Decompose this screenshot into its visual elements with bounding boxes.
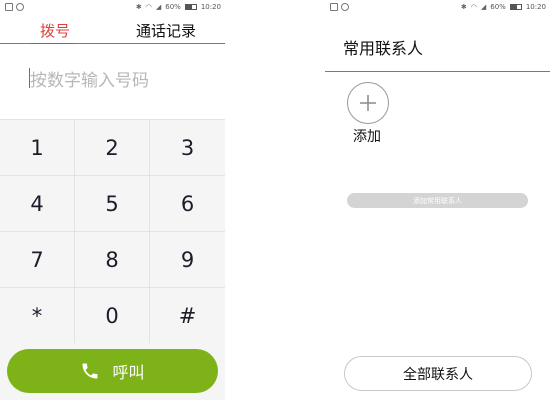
status-bar: ✱ ◠ ◢ 60% 10:20 (0, 0, 225, 16)
bluetooth-icon: ✱ (135, 3, 142, 11)
signal-icon: ◢ (155, 3, 162, 11)
key-6[interactable]: 6 (150, 176, 225, 232)
key-1[interactable]: 1 (0, 120, 75, 176)
screenshot-icon (330, 3, 338, 11)
status-time: 10:20 (525, 3, 546, 11)
key-4[interactable]: 4 (0, 176, 75, 232)
key-2[interactable]: 2 (75, 120, 150, 176)
call-button[interactable]: 呼叫 (7, 349, 218, 393)
signal-icon: ◢ (480, 3, 487, 11)
battery-percent: 60% (165, 3, 181, 11)
tab-call-log[interactable]: 通话记录 (136, 20, 196, 41)
alarm-icon (341, 3, 349, 11)
screenshot-icon (5, 3, 13, 11)
key-3[interactable]: 3 (150, 120, 225, 176)
wifi-icon: ◠ (470, 3, 477, 11)
phone-icon (82, 363, 98, 379)
key-7[interactable]: 7 (0, 232, 75, 288)
favorites-screen: ✱ ◠ ◢ 60% 10:20 常用联系人 添加 添加常用联系人 全部联系人 (325, 0, 550, 400)
active-tab-indicator (30, 39, 75, 44)
status-bar: ✱ ◠ ◢ 60% 10:20 (325, 0, 550, 16)
battery-icon (184, 4, 197, 10)
key-9[interactable]: 9 (150, 232, 225, 288)
key-5[interactable]: 5 (75, 176, 150, 232)
title-divider (325, 71, 550, 72)
key-0[interactable]: 0 (75, 288, 150, 344)
dial-keypad: 1 2 3 4 5 6 7 8 9 * 0 # (0, 119, 225, 344)
add-contact-button[interactable] (347, 82, 389, 124)
status-time: 10:20 (200, 3, 221, 11)
wifi-icon: ◠ (145, 3, 152, 11)
bluetooth-icon: ✱ (460, 3, 467, 11)
call-bar: 呼叫 (0, 343, 225, 400)
add-favorite-bar[interactable]: 添加常用联系人 (347, 193, 528, 208)
battery-icon (509, 4, 522, 10)
dialer-tabs: 拨号 通话记录 (0, 16, 225, 44)
battery-percent: 60% (490, 3, 506, 11)
key-star[interactable]: * (0, 288, 75, 344)
key-hash[interactable]: # (150, 288, 225, 344)
alarm-icon (16, 3, 24, 11)
number-input[interactable]: 按数字输入号码 (30, 66, 149, 91)
call-label: 呼叫 (112, 363, 145, 382)
plus-icon (360, 95, 376, 111)
dialer-screen: ✱ ◠ ◢ 60% 10:20 拨号 通话记录 按数字输入号码 1 2 3 4 … (0, 0, 225, 400)
key-8[interactable]: 8 (75, 232, 150, 288)
add-label: 添加 (353, 129, 381, 145)
all-contacts-button[interactable]: 全部联系人 (344, 356, 532, 391)
tab-dial[interactable]: 拨号 (40, 20, 70, 41)
page-title: 常用联系人 (343, 39, 424, 58)
